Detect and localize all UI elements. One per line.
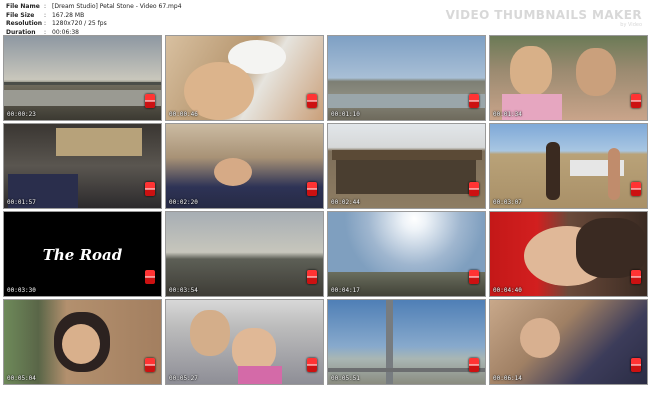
timestamp: 00:05:04 bbox=[7, 375, 36, 382]
studio-logo-icon bbox=[145, 270, 155, 284]
timestamp: 00:00:46 bbox=[169, 111, 198, 118]
resolution-row: Resolution : 1280x720 / 25 fps bbox=[6, 20, 182, 29]
studio-logo-icon bbox=[469, 270, 479, 284]
studio-logo-icon bbox=[631, 182, 641, 196]
thumbnail[interactable]: 00:00:23 bbox=[3, 35, 162, 121]
scene-face bbox=[214, 158, 252, 186]
scene-face bbox=[62, 324, 100, 364]
thumbnail[interactable]: 00:01:34 bbox=[489, 35, 648, 121]
studio-logo-icon bbox=[145, 358, 155, 372]
file-name-sep: : bbox=[44, 3, 47, 10]
thumbnail[interactable]: 00:01:10 bbox=[327, 35, 486, 121]
scene-girl-right bbox=[576, 48, 616, 96]
file-size-row: File Size : 167.28 MB bbox=[6, 12, 182, 21]
scene-water bbox=[4, 90, 161, 106]
studio-logo-icon bbox=[631, 270, 641, 284]
scene-person-right bbox=[608, 148, 620, 200]
timestamp: 00:01:34 bbox=[493, 111, 522, 118]
file-name-key: File Name bbox=[6, 3, 40, 10]
thumbnail[interactable]: 00:05:27 bbox=[165, 299, 324, 385]
resolution-key: Resolution bbox=[6, 20, 43, 27]
brand-watermark: VIDEO THUMBNAILS MAKER bbox=[445, 8, 642, 22]
thumbnail[interactable]: 00:04:17 bbox=[327, 211, 486, 297]
timestamp: 00:04:40 bbox=[493, 287, 522, 294]
file-info: File Name : [Dream Studio] Petal Stone -… bbox=[6, 3, 182, 37]
thumbnail[interactable]: 00:03:54 bbox=[165, 211, 324, 297]
studio-logo-icon bbox=[469, 94, 479, 108]
thumbnail[interactable]: 00:01:57 bbox=[3, 123, 162, 209]
timestamp: 00:03:07 bbox=[493, 199, 522, 206]
resolution-value: 1280x720 / 25 fps bbox=[52, 20, 107, 27]
studio-logo-icon bbox=[145, 182, 155, 196]
file-name-value: [Dream Studio] Petal Stone - Video 67.mp… bbox=[52, 3, 182, 10]
timestamp: 00:02:44 bbox=[331, 199, 360, 206]
scene-girl-left bbox=[190, 310, 230, 356]
scene-pole bbox=[386, 300, 393, 384]
timestamp: 00:05:27 bbox=[169, 375, 198, 382]
timestamp: 00:05:51 bbox=[331, 375, 360, 382]
studio-logo-icon bbox=[307, 94, 317, 108]
studio-logo-icon bbox=[307, 358, 317, 372]
scene-rail bbox=[328, 368, 485, 372]
timestamp: 00:02:20 bbox=[169, 199, 198, 206]
scene-horizon bbox=[4, 82, 161, 85]
studio-logo-icon bbox=[631, 358, 641, 372]
scene-face bbox=[520, 318, 560, 358]
timestamp: 00:03:54 bbox=[169, 287, 198, 294]
studio-logo-icon bbox=[145, 94, 155, 108]
timestamp: 00:01:10 bbox=[331, 111, 360, 118]
scene-hair bbox=[576, 218, 646, 278]
file-size-value: 167.28 MB bbox=[52, 11, 85, 19]
scene-roof bbox=[332, 150, 482, 160]
thumbnail[interactable]: 00:00:46 bbox=[165, 35, 324, 121]
scene-shirt bbox=[238, 366, 282, 384]
timestamp: 00:03:30 bbox=[7, 287, 36, 294]
thumbnail[interactable]: 00:03:07 bbox=[489, 123, 648, 209]
studio-logo-icon bbox=[469, 358, 479, 372]
scene-shed bbox=[336, 160, 476, 194]
scene-person-left bbox=[546, 142, 560, 200]
file-name-row: File Name : [Dream Studio] Petal Stone -… bbox=[6, 3, 182, 12]
studio-logo-icon bbox=[469, 182, 479, 196]
file-size-key: File Size bbox=[6, 11, 35, 19]
scene-water bbox=[328, 94, 485, 108]
studio-logo-icon bbox=[307, 270, 317, 284]
studio-logo-icon bbox=[631, 94, 641, 108]
timestamp: 00:01:57 bbox=[7, 199, 36, 206]
thumbnail[interactable]: 00:04:40 bbox=[489, 211, 648, 297]
timestamp: 00:04:17 bbox=[331, 287, 360, 294]
title-card-text: The Road bbox=[42, 246, 123, 264]
resolution-sep: : bbox=[44, 20, 47, 27]
thumbnail-grid: 00:00:23 00:00:46 00:01:10 00:01:34 00:0… bbox=[3, 35, 648, 385]
thumbnail[interactable]: 00:02:44 bbox=[327, 123, 486, 209]
timestamp: 00:06:14 bbox=[493, 375, 522, 382]
scene-window bbox=[56, 128, 142, 156]
thumbnail[interactable]: 00:05:04 bbox=[3, 299, 162, 385]
thumbnail[interactable]: 00:06:14 bbox=[489, 299, 648, 385]
thumbnail[interactable]: The Road 00:03:30 bbox=[3, 211, 162, 297]
file-size-sep: : bbox=[44, 11, 47, 19]
brand-subtitle: by Video bbox=[620, 22, 642, 28]
thumbnail[interactable]: 00:05:51 bbox=[327, 299, 486, 385]
scene-girl-left bbox=[510, 46, 552, 96]
studio-logo-icon bbox=[307, 182, 317, 196]
thumbnail[interactable]: 00:02:20 bbox=[165, 123, 324, 209]
timestamp: 00:00:23 bbox=[7, 111, 36, 118]
